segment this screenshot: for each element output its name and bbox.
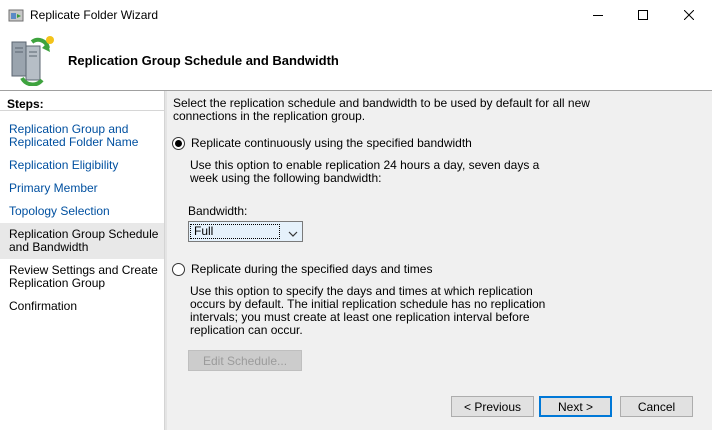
- step-replication-group-name[interactable]: Replication Group and Replicated Folder …: [0, 123, 164, 149]
- radio-continuous[interactable]: [172, 136, 185, 150]
- step-replication-eligibility[interactable]: Replication Eligibility: [0, 159, 164, 172]
- option-scheduled[interactable]: Replicate during the specified days and …: [172, 262, 432, 276]
- cancel-button[interactable]: Cancel: [620, 396, 693, 417]
- window-title: Replicate Folder Wizard: [30, 8, 159, 22]
- close-button[interactable]: [666, 0, 712, 30]
- option-scheduled-description: Use this option to specify the days and …: [190, 284, 546, 337]
- radio-scheduled[interactable]: [172, 262, 185, 276]
- step-confirmation: Confirmation: [9, 299, 78, 313]
- chevron-down-icon: [288, 227, 298, 241]
- steps-sidebar: Steps: Replication Group and Replicated …: [0, 91, 164, 430]
- bandwidth-label: Bandwidth:: [188, 204, 248, 218]
- wizard-app-icon: [8, 7, 24, 23]
- previous-button[interactable]: < Previous: [451, 396, 534, 417]
- step-primary-member[interactable]: Primary Member: [0, 182, 164, 195]
- wizard-content: Select the replication schedule and band…: [167, 91, 712, 430]
- minimize-button[interactable]: [575, 0, 621, 30]
- intro-text: Select the replication schedule and band…: [173, 96, 590, 123]
- title-bar: Replicate Folder Wizard: [0, 0, 712, 30]
- option-continuous[interactable]: Replicate continuously using the specifi…: [172, 136, 472, 150]
- steps-heading: Steps:: [0, 94, 164, 111]
- step-topology-selection[interactable]: Topology Selection: [0, 205, 164, 218]
- bandwidth-select[interactable]: Full: [188, 221, 303, 242]
- option-continuous-description: Use this option to enable replication 24…: [190, 158, 540, 185]
- step-schedule-bandwidth: Replication Group Schedule and Bandwidth: [0, 223, 164, 259]
- wizard-header: Replication Group Schedule and Bandwidth: [0, 30, 712, 90]
- bandwidth-value: Full: [190, 224, 280, 239]
- edit-schedule-button[interactable]: Edit Schedule...: [188, 350, 302, 371]
- page-title: Replication Group Schedule and Bandwidth: [68, 53, 339, 68]
- maximize-button[interactable]: [620, 0, 666, 30]
- replication-servers-icon: [8, 34, 56, 87]
- option-continuous-label: Replicate continuously using the specifi…: [191, 136, 472, 150]
- option-scheduled-label: Replicate during the specified days and …: [191, 262, 433, 276]
- next-button[interactable]: Next >: [539, 396, 612, 417]
- step-review-settings: Review Settings and Create Replication G…: [9, 263, 158, 290]
